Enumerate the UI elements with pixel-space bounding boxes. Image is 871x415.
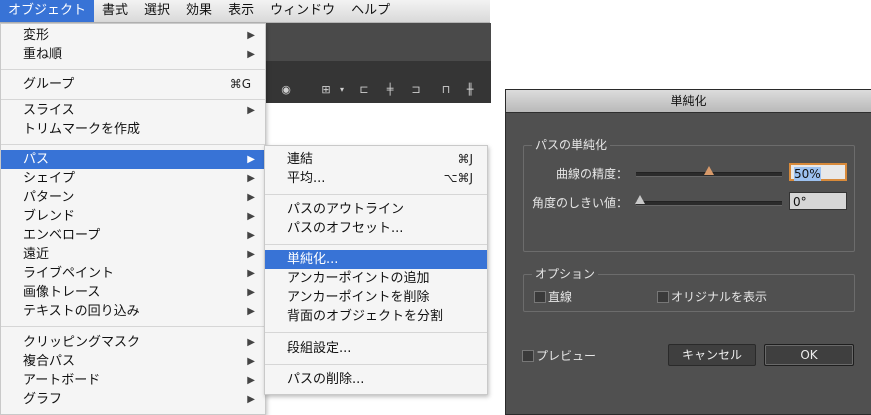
align-left-icon[interactable]: ⊏	[356, 83, 372, 97]
menu-item-artboards[interactable]: アートボード ▶	[1, 371, 265, 390]
menu-item-envelope[interactable]: エンベロープ ▶	[1, 226, 265, 245]
shortcut-label: ⌘J	[457, 152, 473, 166]
menu-separator	[265, 194, 487, 195]
menu-item-image-trace[interactable]: 画像トレース ▶	[1, 283, 265, 302]
chevron-right-icon: ▶	[247, 211, 255, 222]
preview-checkbox[interactable]	[522, 350, 534, 362]
path-submenu: 連結 ⌘J 平均... ⌥⌘J パスのアウトライン パスのオフセット... 単純化.…	[264, 145, 488, 395]
ok-button[interactable]: OK	[764, 344, 854, 366]
menu-item-text-wrap[interactable]: テキストの回り込み ▶	[1, 302, 265, 321]
straight-lines-checkbox[interactable]	[534, 291, 546, 303]
align-right-icon[interactable]: ⊐	[408, 83, 424, 97]
menu-item-clean-up[interactable]: パスの削除...	[265, 370, 487, 389]
simplify-dialog: 単純化 パスの単純化 曲線の精度： 50% 角度のしきい値： 0° オプション …	[505, 89, 871, 415]
show-original-checkbox[interactable]	[657, 291, 669, 303]
chevron-right-icon: ▶	[247, 105, 255, 116]
chevron-right-icon: ▶	[247, 268, 255, 279]
chevron-right-icon: ▶	[247, 375, 255, 386]
cancel-button[interactable]: キャンセル	[668, 344, 756, 366]
chevron-right-icon: ▶	[247, 192, 255, 203]
menu-separator	[1, 69, 265, 70]
control-panel	[264, 61, 491, 103]
menu-item-blend[interactable]: ブレンド ▶	[1, 207, 265, 226]
menu-bar: オブジェクト 書式 選択 効果 表示 ウィンドウ ヘルプ	[0, 0, 490, 23]
menu-item-compound-path[interactable]: 複合パス ▶	[1, 352, 265, 371]
menu-item-arrange[interactable]: 重ね順 ▶	[1, 45, 265, 64]
menu-separator	[1, 99, 265, 100]
chevron-right-icon: ▶	[247, 30, 255, 41]
menu-separator	[1, 144, 265, 145]
angle-threshold-track[interactable]	[636, 201, 782, 206]
align-center-icon[interactable]: ╪	[382, 83, 398, 97]
menu-item-clipping-mask[interactable]: クリッピングマスク ▶	[1, 333, 265, 352]
menu-separator	[1, 326, 265, 327]
curve-precision-label: 曲線の精度：	[556, 167, 629, 181]
menu-separator	[265, 332, 487, 333]
menu-item-transform[interactable]: 変形 ▶	[1, 26, 265, 45]
menu-item-offset-path[interactable]: パスのオフセット...	[265, 219, 487, 238]
object-menu: 変形 ▶ 重ね順 ▶ グループ ⌘G スライス ▶ トリムマークを作成 パス ▶ シェイプ…	[0, 23, 266, 415]
show-original-label: オリジナルを表示	[671, 290, 768, 304]
angle-threshold-input[interactable]: 0°	[789, 192, 847, 210]
app-toolbar: ◉ ⊞ ▾ ⊏ ╪ ⊐ ⊓ ╫	[264, 23, 491, 103]
path-simplify-legend: パスの単純化	[532, 137, 611, 153]
chevron-right-icon: ▶	[247, 337, 255, 348]
menu-item-group[interactable]: グループ ⌘G	[1, 75, 265, 94]
menu-item-average[interactable]: 平均... ⌥⌘J	[265, 169, 487, 188]
straight-lines-label: 直線	[548, 290, 573, 304]
dialog-title: 単純化	[506, 90, 871, 113]
menu-item-pattern[interactable]: パターン ▶	[1, 188, 265, 207]
menubar-view[interactable]: 表示	[220, 0, 262, 22]
menubar-effect[interactable]: 効果	[178, 0, 220, 22]
menubar-window[interactable]: ウィンドウ	[262, 0, 343, 22]
menubar-object[interactable]: オブジェクト	[0, 0, 95, 22]
chevron-right-icon: ▶	[247, 49, 255, 60]
transform-icon[interactable]: ⊞	[318, 83, 334, 97]
chevron-right-icon: ▶	[247, 154, 255, 165]
menu-item-add-anchor-points[interactable]: アンカーポイントの追加	[265, 269, 487, 288]
menu-item-create-trim-marks[interactable]: トリムマークを作成	[1, 120, 265, 139]
chevron-right-icon: ▶	[247, 287, 255, 298]
menu-item-outline-stroke[interactable]: パスのアウトライン	[265, 200, 487, 219]
chevron-right-icon: ▶	[247, 394, 255, 405]
menubar-help[interactable]: ヘルプ	[343, 0, 398, 22]
menu-item-path[interactable]: パス ▶	[1, 150, 265, 169]
chevron-down-icon[interactable]: ▾	[334, 83, 350, 97]
chevron-right-icon: ▶	[247, 249, 255, 260]
options-group: オプション 直線 オリジナルを表示	[523, 266, 855, 312]
globe-icon[interactable]: ◉	[278, 83, 294, 97]
menu-item-split-into-grid[interactable]: 段組設定...	[265, 339, 487, 358]
chevron-right-icon: ▶	[247, 173, 255, 184]
options-legend: オプション	[532, 266, 599, 282]
align-middle-icon[interactable]: ╫	[462, 83, 478, 97]
curve-precision-slider-thumb[interactable]	[704, 166, 714, 175]
preview-label: プレビュー	[536, 349, 597, 363]
menubar-select[interactable]: 選択	[136, 0, 178, 22]
menu-item-simplify[interactable]: 単純化...	[265, 250, 487, 269]
menu-item-perspective[interactable]: 遠近 ▶	[1, 245, 265, 264]
menu-separator	[265, 244, 487, 245]
menu-item-live-paint[interactable]: ライブペイント ▶	[1, 264, 265, 283]
menubar-type[interactable]: 書式	[94, 0, 136, 22]
chevron-right-icon: ▶	[247, 356, 255, 367]
angle-threshold-slider-thumb[interactable]	[635, 195, 645, 204]
chevron-right-icon: ▶	[247, 306, 255, 317]
align-top-icon[interactable]: ⊓	[438, 83, 454, 97]
path-simplify-group: パスの単純化 曲線の精度： 50% 角度のしきい値： 0°	[523, 137, 855, 252]
angle-threshold-label: 角度のしきい値：	[532, 196, 629, 210]
shortcut-label: ⌥⌘J	[443, 171, 473, 185]
menu-item-divide-objects-below[interactable]: 背面のオブジェクトを分割	[265, 307, 487, 326]
shortcut-label: ⌘G	[229, 77, 251, 91]
menu-separator	[265, 364, 487, 365]
chevron-right-icon: ▶	[247, 230, 255, 241]
menu-item-graph[interactable]: グラフ ▶	[1, 390, 265, 409]
menu-item-remove-anchor-points[interactable]: アンカーポイントを削除	[265, 288, 487, 307]
curve-precision-input[interactable]: 50%	[789, 163, 847, 181]
menu-item-shape[interactable]: シェイプ ▶	[1, 169, 265, 188]
menu-item-slice[interactable]: スライス ▶	[1, 101, 265, 120]
menu-item-join[interactable]: 連結 ⌘J	[265, 150, 487, 169]
